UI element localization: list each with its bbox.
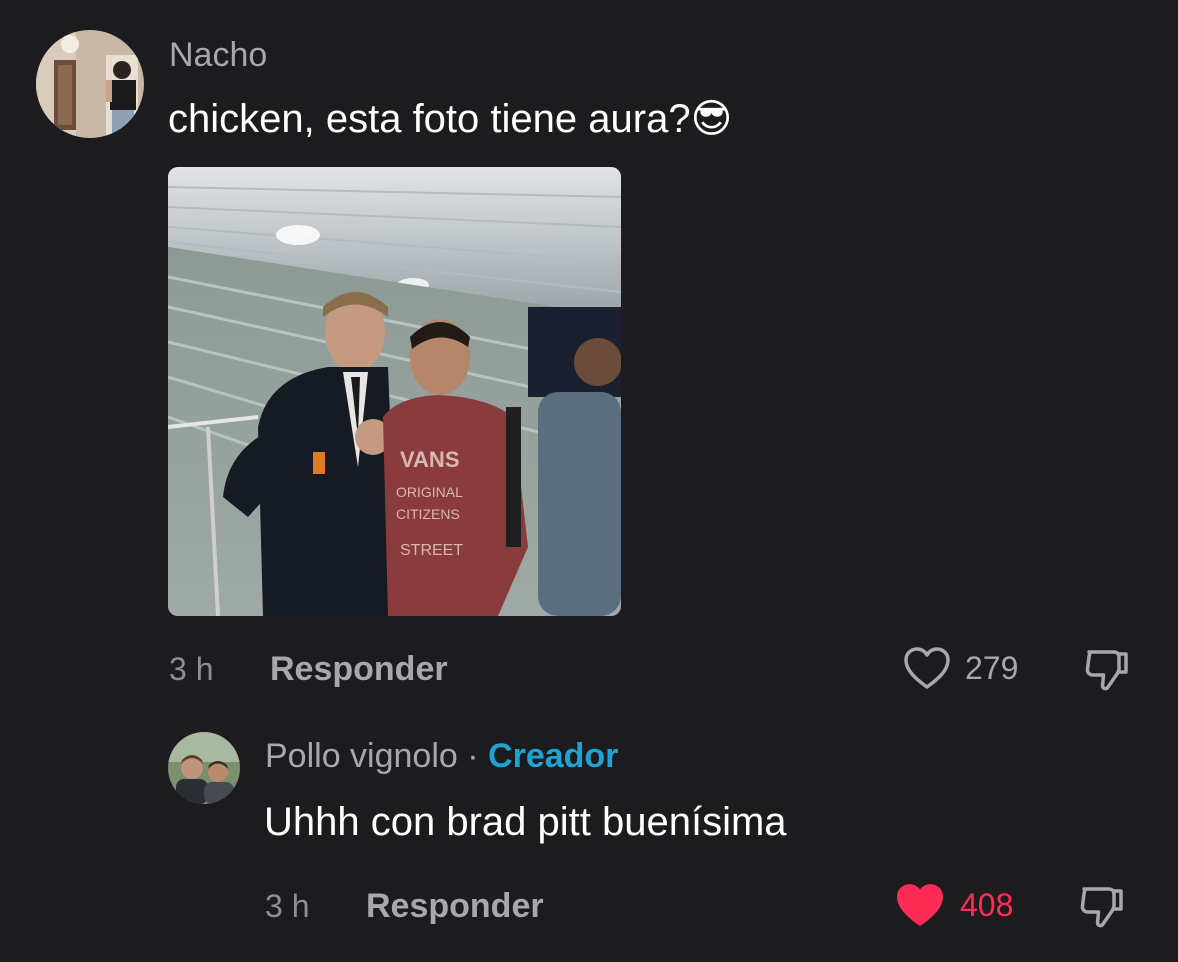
thumbs-down-icon xyxy=(1080,887,1123,928)
like-count: 408 xyxy=(960,886,1014,923)
svg-text:STREET: STREET xyxy=(400,542,463,559)
attached-photo: VANS ORIGINAL CITIZENS STREET xyxy=(168,167,621,616)
comment-timestamp: 3 h xyxy=(265,888,310,924)
avatar-photo xyxy=(168,732,240,804)
reply-button[interactable]: Responder xyxy=(366,887,544,926)
separator-dot: · xyxy=(467,737,479,775)
like-count: 279 xyxy=(965,649,1019,686)
thumbs-down-icon xyxy=(1085,650,1128,691)
like-button[interactable]: 408 xyxy=(894,882,1013,928)
creator-badge: Creador xyxy=(488,737,619,775)
dislike-button[interactable] xyxy=(1076,881,1126,936)
comment-timestamp: 3 h xyxy=(169,651,214,687)
reply-username[interactable]: Pollo vignolo xyxy=(265,737,458,775)
svg-text:CITIZENS: CITIZENS xyxy=(396,506,460,522)
avatar-photo xyxy=(36,30,144,138)
comment-image[interactable]: VANS ORIGINAL CITIZENS STREET xyxy=(168,167,621,616)
avatar[interactable] xyxy=(36,30,144,138)
comment-text: Uhhh con brad pitt buenísima xyxy=(264,800,787,844)
like-button[interactable]: 279 xyxy=(903,646,1018,690)
heart-filled-icon xyxy=(897,884,943,926)
comment-text: chicken, esta foto tiene aura?😎 xyxy=(168,96,732,142)
svg-text:ORIGINAL: ORIGINAL xyxy=(396,484,463,500)
comment-username: Pollo vignolo · Creador xyxy=(265,737,618,776)
svg-text:VANS: VANS xyxy=(400,447,460,472)
dislike-button[interactable] xyxy=(1081,644,1131,699)
reply-button[interactable]: Responder xyxy=(270,650,448,689)
sunglasses-emoji-icon: 😎 xyxy=(690,96,733,142)
comment-text-content: chicken, esta foto tiene aura? xyxy=(168,97,691,141)
comment-username[interactable]: Nacho xyxy=(169,36,267,75)
heart-outline-icon xyxy=(904,647,950,689)
avatar[interactable] xyxy=(168,732,240,804)
